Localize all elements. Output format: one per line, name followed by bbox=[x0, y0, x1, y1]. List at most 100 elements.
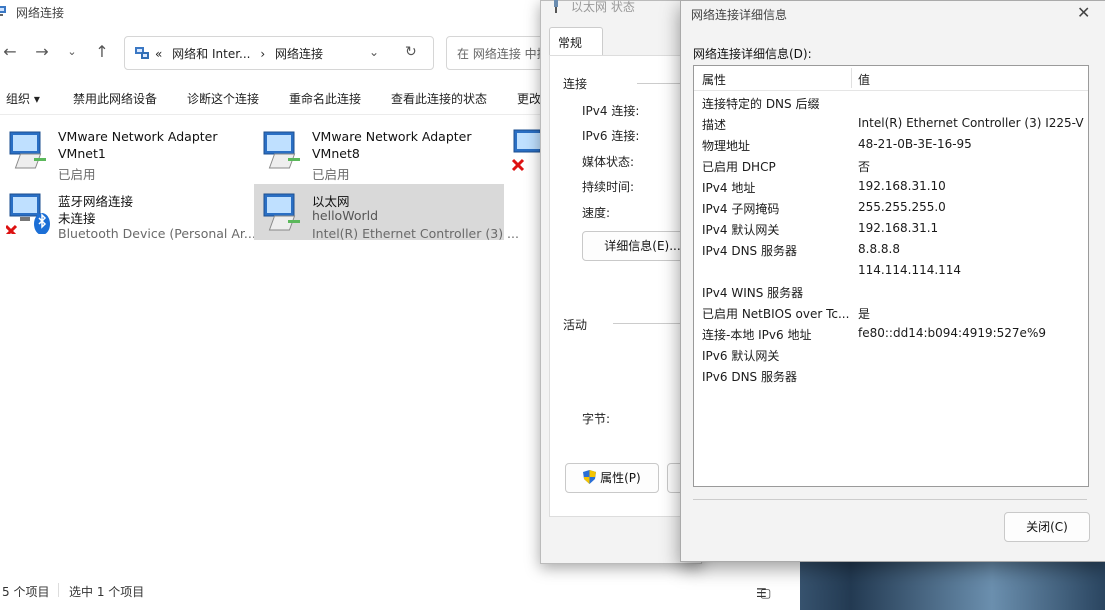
adapter-status: 已启用 bbox=[58, 167, 96, 182]
status-dialog-title: 以太网 状态 bbox=[571, 0, 635, 14]
refresh-icon[interactable]: ↻ bbox=[405, 44, 417, 60]
adapter-status: Bluetooth Device (Personal Ar... bbox=[58, 226, 256, 241]
network-details-dialog: 网络连接详细信息 ✕ 网络连接详细信息(D): 属性 值 连接特定的 DNS 后… bbox=[680, 0, 1105, 562]
footer-divider bbox=[693, 499, 1087, 500]
up-arrow-icon[interactable]: ↑ bbox=[92, 42, 112, 62]
table-row[interactable]: 已启用 DHCP 否 bbox=[694, 155, 1088, 176]
recent-dropdown-icon[interactable]: ⌄ bbox=[62, 42, 82, 62]
tiles-view-icon[interactable]: ▢ bbox=[760, 586, 771, 600]
value-cell: 192.168.31.1 bbox=[858, 221, 939, 235]
list-item[interactable]: 蓝牙网络连接 未连接 Bluetooth Device (Personal Ar… bbox=[0, 184, 256, 241]
status-bar: 5 个项目 选中 1 个项目 ☰ ▢ bbox=[0, 580, 800, 602]
organize-menu[interactable]: 组织 ▾ bbox=[6, 90, 40, 107]
bytes-label: 字节: bbox=[582, 412, 611, 426]
list-item[interactable]: VMware Network Adapter VMnet1 已启用 bbox=[0, 122, 245, 182]
adapter-network: VMnet8 bbox=[312, 146, 360, 161]
value-cell: 255.255.255.0 bbox=[858, 200, 946, 214]
table-row[interactable]: 物理地址 48-21-0B-3E-16-95 bbox=[694, 134, 1088, 155]
details-list-header: 属性 值 bbox=[694, 66, 1088, 91]
forward-arrow-icon[interactable]: → bbox=[32, 42, 52, 62]
network-adapter-disconnected-icon[interactable] bbox=[510, 126, 540, 174]
list-item[interactable]: 以太网 helloWorld Intel(R) Ethernet Control… bbox=[254, 184, 519, 241]
tab-general[interactable]: 常规 bbox=[549, 27, 603, 56]
rename-button[interactable]: 重命名此连接 bbox=[289, 90, 361, 107]
value-cell: 114.114.114.114 bbox=[858, 263, 962, 277]
property-cell: 描述 bbox=[702, 118, 727, 132]
diagnose-button[interactable]: 诊断这个连接 bbox=[187, 90, 259, 107]
properties-label: 属性(P) bbox=[600, 471, 641, 485]
adapter-name: VMware Network Adapter bbox=[58, 129, 218, 144]
table-row[interactable]: IPv4 默认网关 192.168.31.1 bbox=[694, 218, 1088, 239]
details-list[interactable]: 属性 值 连接特定的 DNS 后缀描述 Intel(R) Ethernet Con… bbox=[693, 65, 1089, 487]
close-button[interactable]: 关闭(C) bbox=[1004, 512, 1090, 542]
close-icon[interactable]: ✕ bbox=[1077, 3, 1090, 22]
connection-section-title: 连接 bbox=[563, 77, 588, 91]
property-cell: 连接-本地 IPv6 地址 bbox=[702, 328, 812, 342]
table-row[interactable]: IPv4 WINS 服务器 bbox=[694, 281, 1088, 302]
value-cell: 192.168.31.10 bbox=[858, 179, 946, 193]
property-cell: 已启用 DHCP bbox=[702, 160, 776, 174]
property-cell: 物理地址 bbox=[702, 139, 751, 153]
details-caption: 网络连接详细信息(D): bbox=[693, 47, 812, 61]
list-item[interactable]: VMware Network Adapter VMnet8 已启用 bbox=[254, 122, 504, 182]
adapter-status: 已启用 bbox=[312, 167, 350, 182]
view-status-button[interactable]: 查看此连接的状态 bbox=[391, 90, 487, 107]
value-cell: fe80::dd14:b094:4919:527e%9 bbox=[858, 326, 1046, 340]
uac-shield-icon bbox=[583, 470, 597, 484]
table-row[interactable]: 描述 Intel(R) Ethernet Controller (3) I225-… bbox=[694, 113, 1088, 134]
adapter-network: VMnet1 bbox=[58, 146, 106, 161]
property-cell: 连接特定的 DNS 后缀 bbox=[702, 97, 820, 111]
value-cell: 是 bbox=[858, 307, 871, 321]
duration-label: 持续时间: bbox=[582, 180, 635, 194]
media-state-label: 媒体状态: bbox=[582, 155, 635, 169]
table-row[interactable]: IPv4 DNS 服务器 8.8.8.8 bbox=[694, 239, 1088, 260]
address-dropdown-icon[interactable]: ⌄ bbox=[369, 45, 379, 59]
general-panel bbox=[549, 55, 701, 517]
table-row[interactable]: IPv6 DNS 服务器 bbox=[694, 365, 1088, 386]
breadcrumb-separator: › bbox=[260, 47, 266, 61]
ethernet-icon bbox=[554, 0, 558, 13]
breadcrumb: « 网络和 Inter... › 网络连接 bbox=[155, 45, 329, 62]
column-value[interactable]: 值 bbox=[858, 71, 870, 88]
column-property[interactable]: 属性 bbox=[702, 71, 726, 88]
table-row[interactable]: IPv4 地址 192.168.31.10 bbox=[694, 176, 1088, 197]
value-cell: 8.8.8.8 bbox=[858, 242, 900, 256]
property-cell: IPv4 地址 bbox=[702, 181, 756, 195]
table-row[interactable]: IPv4 子网掩码 255.255.255.0 bbox=[694, 197, 1088, 218]
selected-count: 选中 1 个项目 bbox=[69, 585, 145, 599]
address-bar[interactable]: « 网络和 Inter... › 网络连接 ⌄ ↻ bbox=[124, 36, 434, 70]
disable-device-button[interactable]: 禁用此网络设备 bbox=[73, 90, 157, 107]
ethernet-status-dialog: 以太网 状态 常规 连接 IPv4 连接: IPv6 连接: 媒体状态: 持续时… bbox=[540, 0, 703, 564]
speed-label: 速度: bbox=[582, 206, 611, 220]
breadcrumb-overflow[interactable]: « bbox=[155, 47, 162, 61]
adapter-name: VMware Network Adapter bbox=[312, 129, 472, 144]
tab-general-label: 常规 bbox=[558, 36, 583, 50]
property-cell: IPv4 默认网关 bbox=[702, 223, 780, 237]
network-folder-icon bbox=[0, 6, 6, 16]
value-cell: 否 bbox=[858, 160, 871, 174]
properties-button[interactable]: 属性(P) bbox=[565, 463, 659, 493]
property-cell: IPv4 DNS 服务器 bbox=[702, 244, 797, 258]
breadcrumb-network-internet[interactable]: 网络和 Inter... bbox=[172, 47, 250, 61]
table-row[interactable]: IPv6 默认网关 bbox=[694, 344, 1088, 365]
property-cell: IPv4 WINS 服务器 bbox=[702, 286, 804, 300]
table-row[interactable]: 连接特定的 DNS 后缀 bbox=[694, 92, 1088, 113]
search-placeholder: 在 网络连接 中搜 bbox=[457, 47, 549, 61]
table-row[interactable]: 已启用 NetBIOS over Tc... 是 bbox=[694, 302, 1088, 323]
property-cell: IPv4 子网掩码 bbox=[702, 202, 780, 216]
network-connections-icon bbox=[135, 47, 149, 59]
value-cell: 48-21-0B-3E-16-95 bbox=[858, 137, 972, 151]
breadcrumb-network-connections[interactable]: 网络连接 bbox=[275, 47, 323, 61]
change-settings-button[interactable]: 更改 bbox=[517, 90, 541, 107]
property-cell: 已启用 NetBIOS over Tc... bbox=[702, 307, 850, 321]
property-cell: IPv6 默认网关 bbox=[702, 349, 780, 363]
bluetooth-network-icon bbox=[6, 193, 50, 234]
back-arrow-icon[interactable]: ← bbox=[0, 42, 20, 62]
adapter-network: helloWorld bbox=[312, 208, 379, 223]
activity-section-title: 活动 bbox=[563, 318, 588, 332]
item-count: 5 个项目 bbox=[2, 585, 50, 599]
table-row[interactable]: 114.114.114.114 bbox=[694, 260, 1088, 281]
table-row[interactable]: 连接-本地 IPv6 地址 fe80::dd14:b094:4919:527e%9 bbox=[694, 323, 1088, 344]
ipv6-connectivity-label: IPv6 连接: bbox=[582, 129, 640, 143]
network-adapter-icon bbox=[263, 131, 300, 169]
